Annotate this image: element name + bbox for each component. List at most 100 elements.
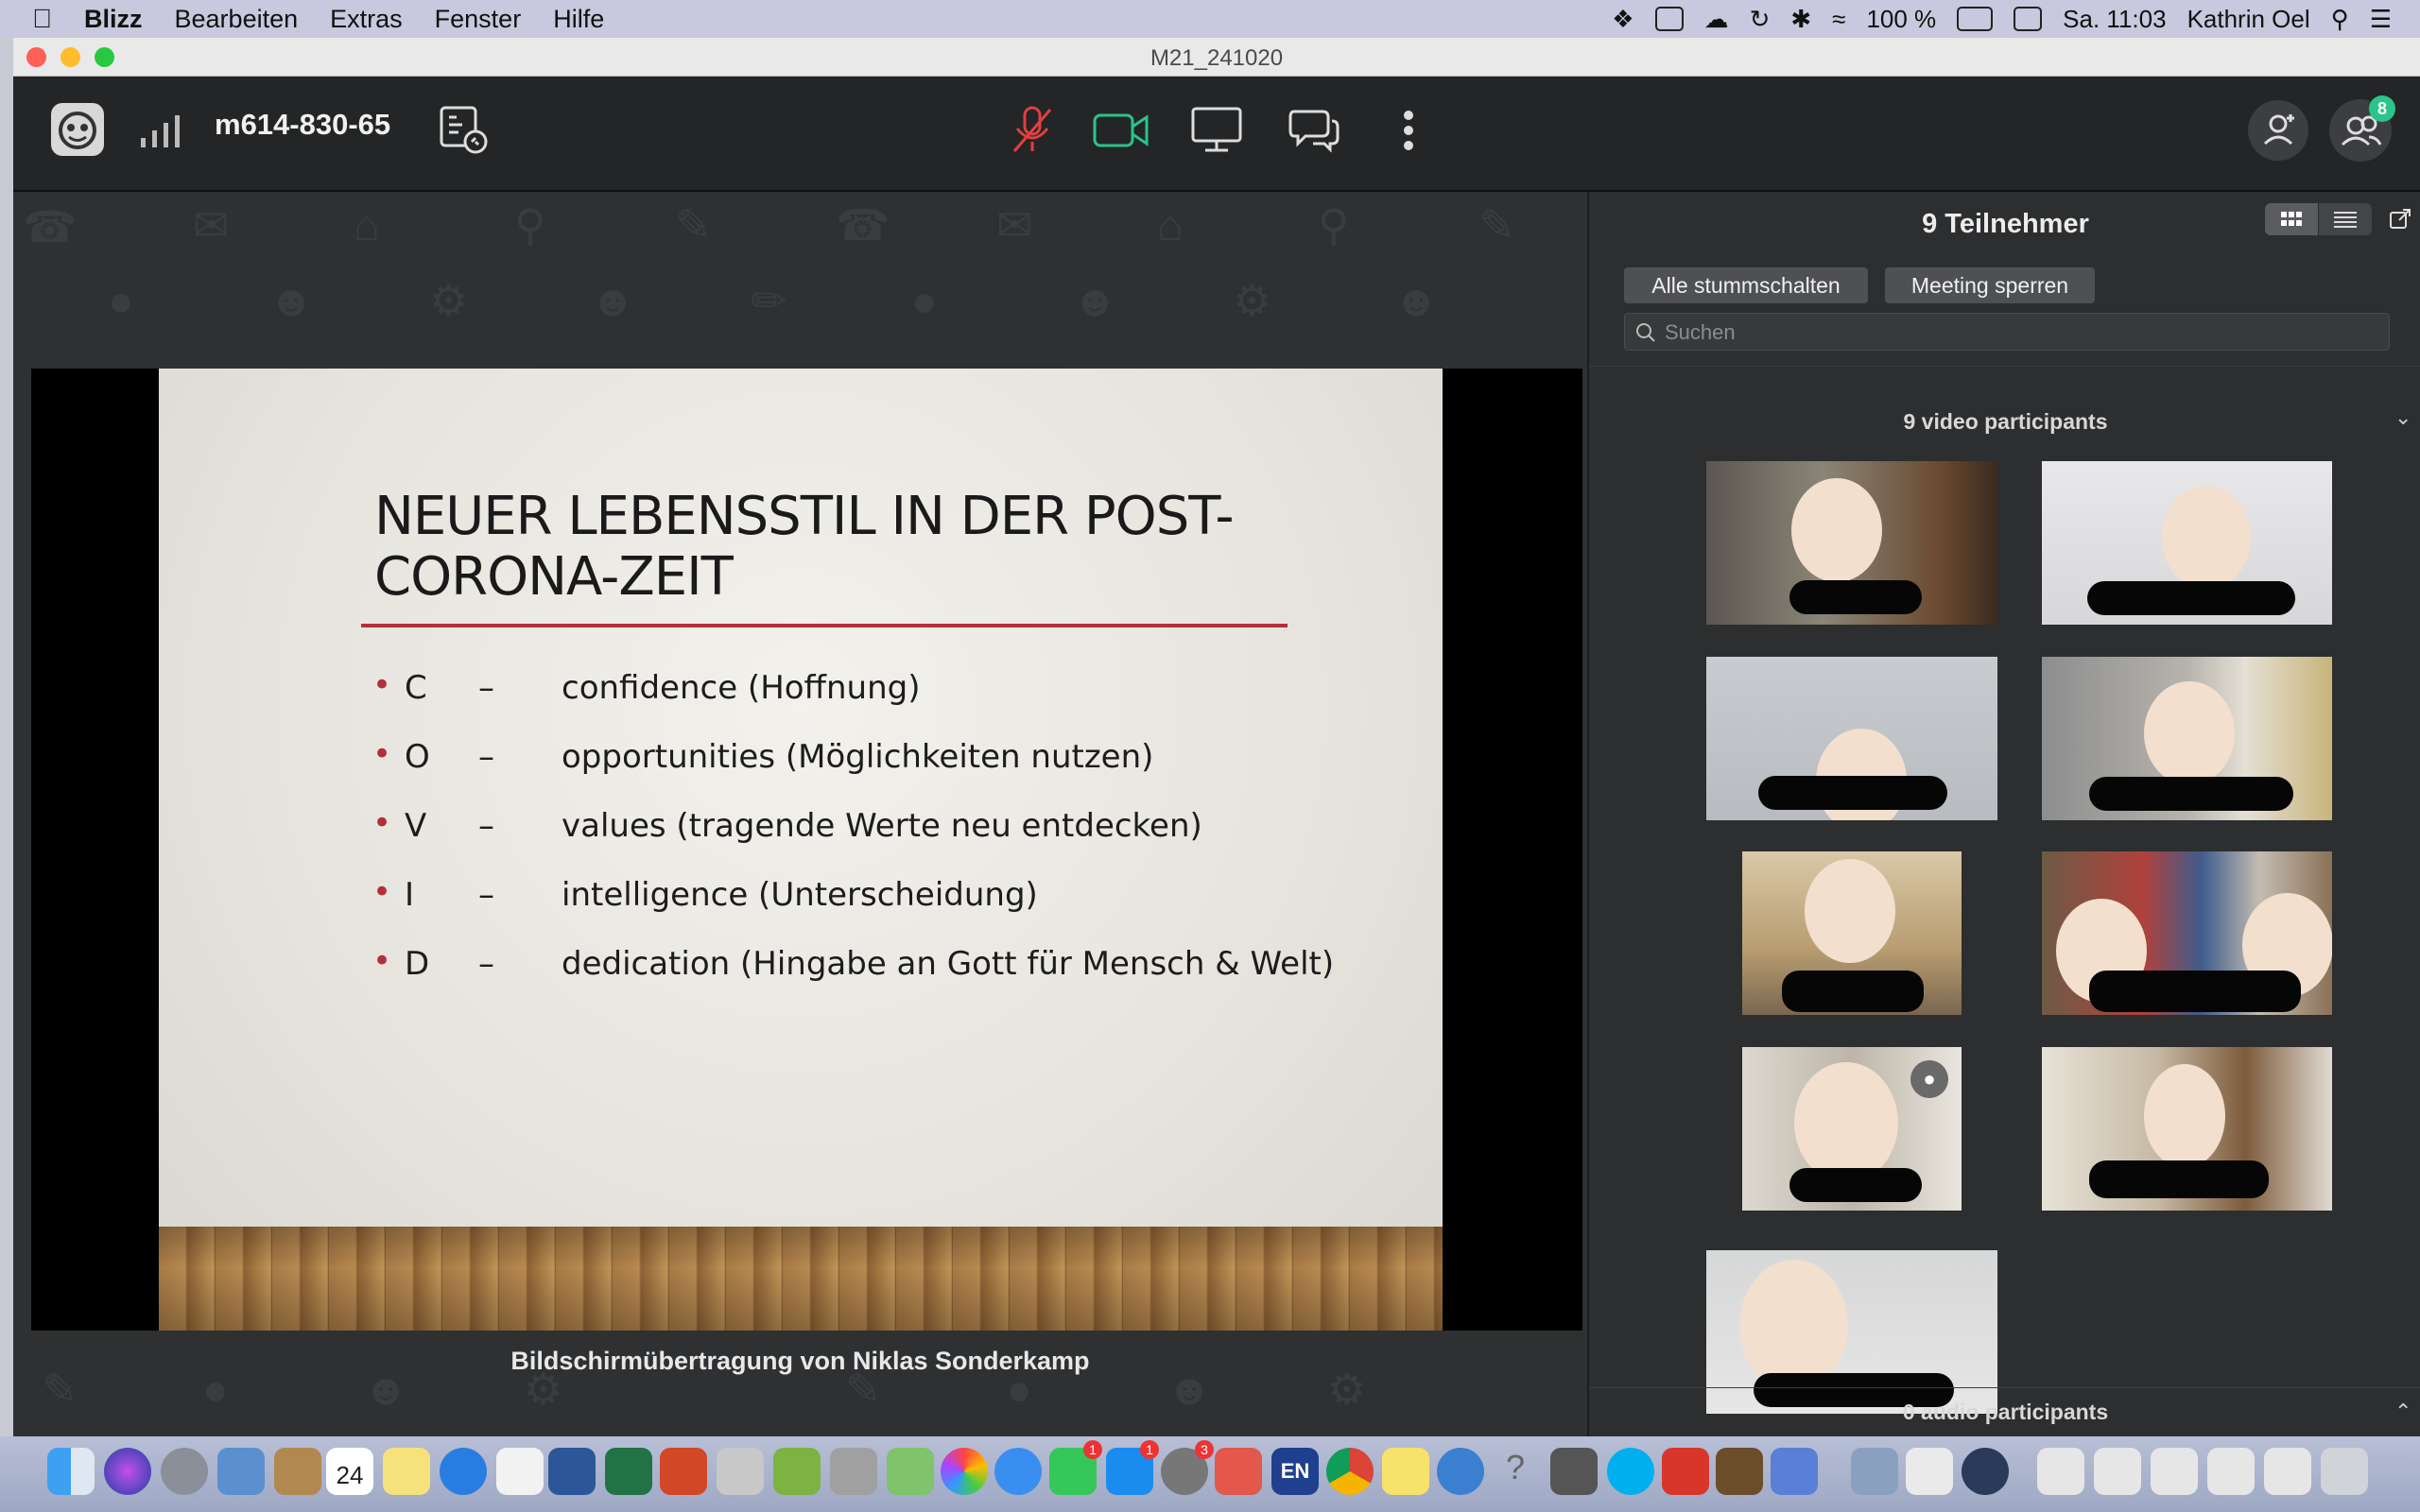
folder-stack-icon[interactable] xyxy=(2151,1448,2198,1495)
bullet-letter: C xyxy=(405,669,427,707)
calendar-icon[interactable]: 24 xyxy=(326,1448,373,1495)
menu-hilfe[interactable]: Hilfe xyxy=(553,5,604,34)
battery-icon[interactable] xyxy=(1957,7,1994,31)
battery-percent[interactable]: 100 % xyxy=(1866,5,1936,34)
participants-button[interactable]: 8 xyxy=(2329,95,2395,162)
network-icon[interactable] xyxy=(1437,1448,1484,1495)
signal-strength-icon[interactable] xyxy=(139,112,186,149)
help-icon[interactable]: ? xyxy=(1492,1448,1539,1495)
toolbox-icon[interactable] xyxy=(1716,1448,1763,1495)
launchpad-icon[interactable] xyxy=(161,1448,208,1495)
f5-icon[interactable] xyxy=(1662,1448,1709,1495)
blizz-app-icon[interactable] xyxy=(1215,1448,1262,1495)
folder-stack-icon[interactable] xyxy=(2207,1448,2255,1495)
user-name[interactable]: Kathrin Oel xyxy=(2187,5,2310,34)
folder-stack-icon[interactable] xyxy=(2094,1448,2141,1495)
calendar-icon[interactable] xyxy=(2014,7,2043,31)
notes-icon[interactable] xyxy=(383,1448,430,1495)
wifi-icon[interactable]: ≈ xyxy=(1832,5,1845,34)
time-machine-icon[interactable]: ↻ xyxy=(1750,5,1771,34)
participant-video-tile[interactable]: ● xyxy=(1742,1047,1962,1211)
blizz-logo-icon[interactable] xyxy=(50,102,105,157)
background-pattern-icon: ⚙ xyxy=(1233,276,1272,325)
list-view-toggle[interactable] xyxy=(2319,203,2372,235)
menu-extras[interactable]: Extras xyxy=(330,5,403,34)
spotlight-search-icon[interactable]: ⚲ xyxy=(2331,5,2349,34)
calendar-day: 24 xyxy=(336,1461,364,1489)
mute-all-button[interactable]: Alle stummschalten xyxy=(1624,267,1868,303)
notebook-icon[interactable] xyxy=(274,1448,321,1495)
document-icon[interactable] xyxy=(1906,1448,1953,1495)
app-store-icon[interactable]: 1 xyxy=(1106,1440,1159,1495)
control-center-icon[interactable]: ☰ xyxy=(2370,5,2392,34)
microphone-muted-icon[interactable] xyxy=(1009,104,1056,157)
title-bar: M21_241020 xyxy=(13,38,2420,77)
chat-icon[interactable] xyxy=(1288,106,1341,153)
invite-participant-icon[interactable] xyxy=(2247,99,2309,162)
participant-video-tile[interactable] xyxy=(2042,1047,2332,1211)
participant-video-tile[interactable] xyxy=(1706,657,1997,820)
menu-bearbeiten[interactable]: Bearbeiten xyxy=(175,5,299,34)
language-icon[interactable]: EN xyxy=(1271,1448,1319,1495)
bluetooth-icon[interactable]: ✱ xyxy=(1790,5,1811,34)
chevron-up-icon[interactable]: ⌃ xyxy=(2394,1400,2411,1424)
background-pattern-icon: ● xyxy=(108,276,134,325)
shared-screen[interactable]: NEUER LEBENSSTIL IN DER POST-CORONA-ZEIT… xyxy=(31,369,1582,1331)
screen-share-icon[interactable] xyxy=(1190,106,1243,153)
participant-video-tile[interactable] xyxy=(2042,851,2332,1015)
printer-icon[interactable] xyxy=(830,1448,877,1495)
migration-icon[interactable] xyxy=(1851,1448,1898,1495)
chevron-down-icon[interactable]: ⌄ xyxy=(2394,405,2411,430)
safari-icon[interactable] xyxy=(440,1448,487,1495)
video-participants-header[interactable]: 9 video participants xyxy=(1589,409,2420,435)
grid-view-toggle[interactable] xyxy=(2265,203,2318,235)
system-preferences-icon[interactable]: 3 xyxy=(1161,1440,1214,1495)
quicktime-icon[interactable] xyxy=(1962,1448,2009,1495)
menu-app-name[interactable]: Blizz xyxy=(84,5,143,34)
background-pattern-icon: ☻ xyxy=(1072,276,1118,325)
word-icon[interactable] xyxy=(548,1448,596,1495)
participant-video-tile[interactable] xyxy=(1742,851,1962,1015)
photos-icon[interactable] xyxy=(941,1448,988,1495)
window-icon[interactable] xyxy=(1654,7,1684,31)
bullet-dash: – xyxy=(478,876,494,914)
folder-stack-icon[interactable] xyxy=(2037,1448,2084,1495)
powerpoint-icon[interactable] xyxy=(660,1448,707,1495)
participant-video-tile[interactable] xyxy=(2042,657,2332,820)
trash-icon[interactable] xyxy=(2321,1448,2368,1495)
excel-icon[interactable] xyxy=(605,1448,652,1495)
maps-icon[interactable] xyxy=(887,1448,934,1495)
dropbox-icon[interactable]: ❖ xyxy=(1612,5,1634,34)
folder-stack-icon[interactable] xyxy=(2264,1448,2311,1495)
lock-meeting-button[interactable]: Meeting sperren xyxy=(1885,267,2095,303)
stickies-icon[interactable] xyxy=(1382,1448,1429,1495)
participant-video-tile[interactable] xyxy=(2042,461,2332,625)
facetime-icon[interactable]: 1 xyxy=(1049,1440,1102,1495)
audio-participants-header[interactable]: 0 audio participants xyxy=(1589,1400,2420,1425)
archive-icon[interactable] xyxy=(717,1448,764,1495)
title-underline xyxy=(361,624,1288,627)
more-options-icon[interactable] xyxy=(1403,108,1414,153)
skype-icon[interactable] xyxy=(1607,1448,1654,1495)
search-input[interactable] xyxy=(1663,318,2366,348)
clock[interactable]: Sa. 11:03 xyxy=(2063,5,2166,34)
chrome-icon[interactable] xyxy=(1326,1448,1374,1495)
participant-video-tile[interactable] xyxy=(1706,1250,1997,1414)
calculator-icon[interactable] xyxy=(1550,1448,1598,1495)
messages-icon[interactable] xyxy=(994,1448,1042,1495)
camera-icon[interactable] xyxy=(1092,110,1150,151)
menu-fenster[interactable]: Fenster xyxy=(435,5,522,34)
bullet-text: dedication (Hingabe an Gott für Mensch &… xyxy=(562,945,1335,983)
popout-icon[interactable] xyxy=(2388,207,2412,232)
drawing-icon[interactable] xyxy=(1771,1448,1818,1495)
preview-icon[interactable] xyxy=(217,1448,265,1495)
apple-menu-icon[interactable]:  xyxy=(32,4,52,34)
textedit-icon[interactable] xyxy=(496,1448,544,1495)
android-icon[interactable] xyxy=(773,1448,821,1495)
dial-in-phone-icon[interactable] xyxy=(438,104,491,157)
finder-icon[interactable] xyxy=(47,1448,95,1495)
siri-icon[interactable] xyxy=(104,1448,151,1495)
cloud-icon[interactable]: ☁ xyxy=(1704,5,1729,34)
participant-video-tile[interactable] xyxy=(1706,461,1997,625)
meeting-id[interactable]: m614-830-65 xyxy=(215,108,390,142)
